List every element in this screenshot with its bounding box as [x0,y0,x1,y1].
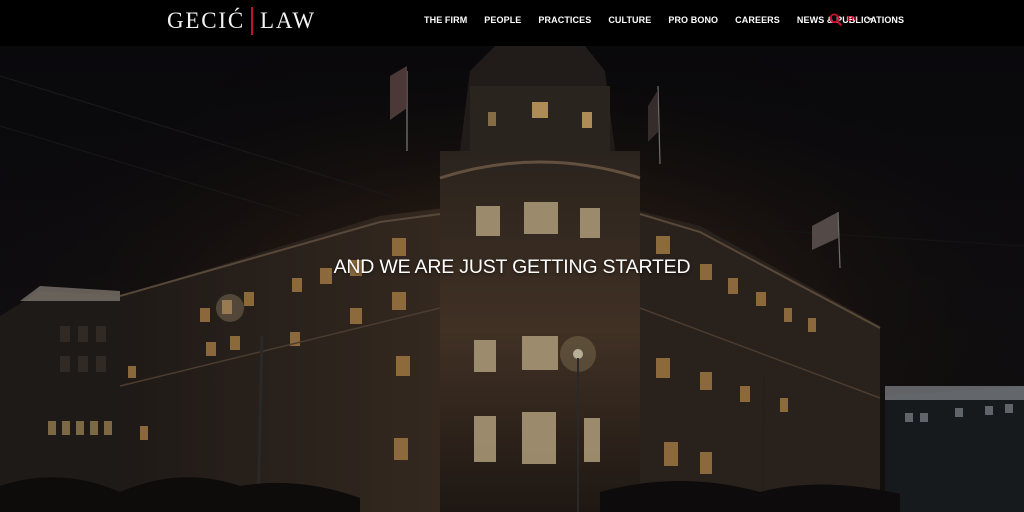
search-button[interactable] [829,13,842,26]
brand-name-right: LAW [260,8,316,33]
nav-item-pro-bono[interactable]: PRO BONO [668,15,718,25]
caret-down-icon [866,18,873,21]
nav-item-people[interactable]: PEOPLE [484,15,521,25]
site-header: GECIĆ LAW THE FIRM PEOPLE PRACTICES CULT… [0,0,1024,46]
night-building-photo [0,46,1024,512]
nav-item-culture[interactable]: CULTURE [608,15,651,25]
hero-headline: AND WE ARE JUST GETTING STARTED [333,256,691,278]
nav-item-the-firm[interactable]: THE FIRM [424,15,467,25]
language-code: EN [847,16,857,23]
language-switcher[interactable]: EN [847,13,873,26]
nav-item-careers[interactable]: CAREERS [735,15,780,25]
brand-name-left: GECIĆ [167,8,245,33]
nav-item-practices[interactable]: PRACTICES [538,15,591,25]
search-icon [829,13,842,26]
brand-logo[interactable]: GECIĆ LAW [167,6,316,36]
brand-divider [251,7,253,35]
hero-banner: AND WE ARE JUST GETTING STARTED [0,46,1024,512]
